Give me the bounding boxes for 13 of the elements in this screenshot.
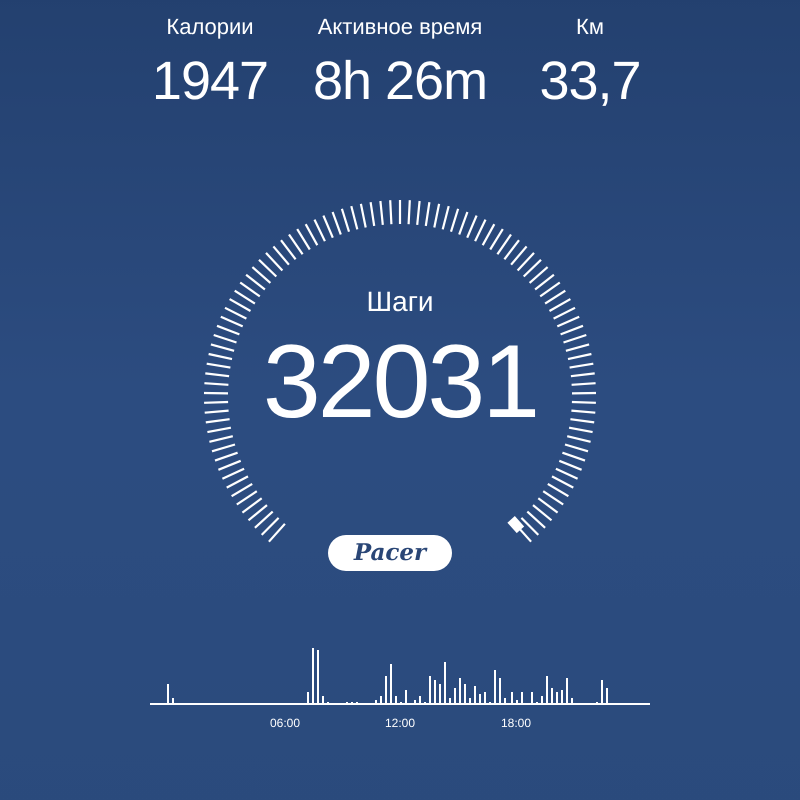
stat-label: Калории <box>166 16 254 38</box>
stat-value: 1947 <box>152 54 268 108</box>
axis-label: 06:00 <box>270 715 300 732</box>
axis-label: 12:00 <box>384 715 416 732</box>
stat-label: Км <box>576 16 604 38</box>
brand-logo: Pacer <box>328 535 452 571</box>
stat-value: 33,7 <box>539 54 641 108</box>
gauge-marker <box>507 516 524 534</box>
axis-label: 18:00 <box>500 715 532 732</box>
stat-value: 8h 26m <box>312 54 488 108</box>
steps-label: Шаги <box>366 288 434 316</box>
steps-count: 32031 <box>262 330 538 434</box>
stat-label: Активное время <box>318 16 482 38</box>
